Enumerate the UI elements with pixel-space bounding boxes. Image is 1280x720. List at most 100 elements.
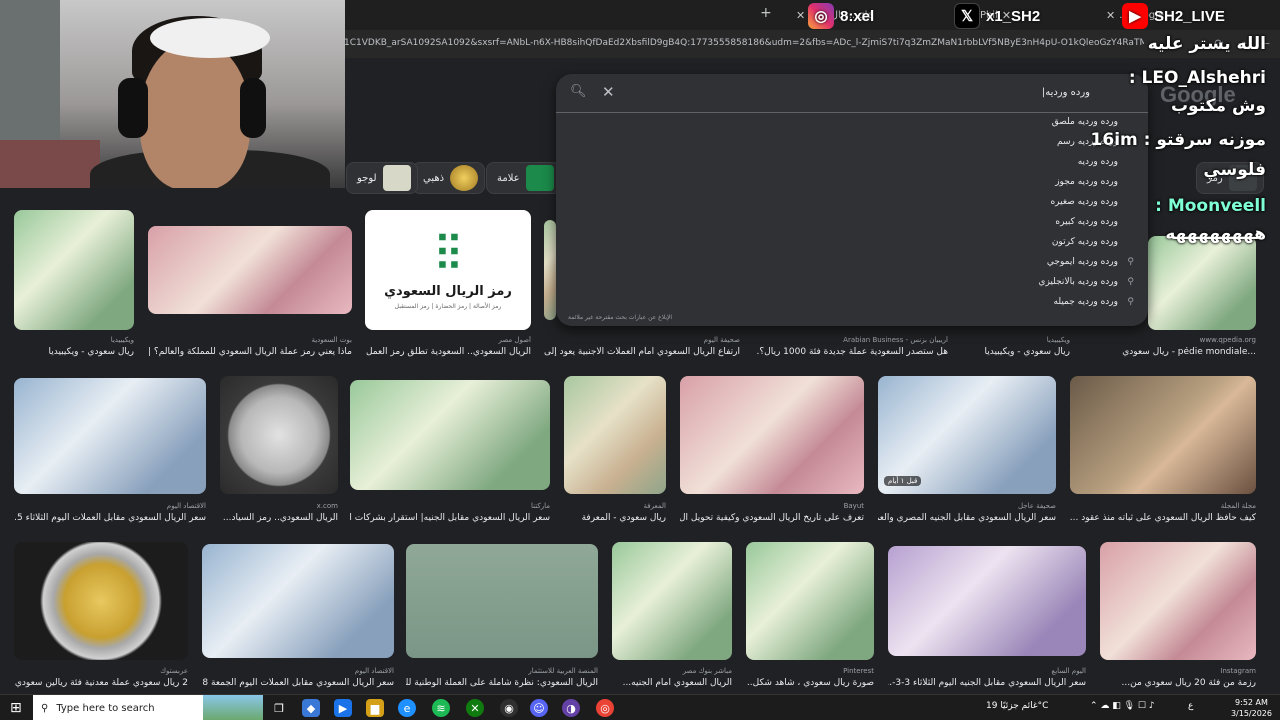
suggestion[interactable]: ورده ورديه مجوز (818, 177, 1118, 197)
app-icon[interactable]: ◑ (562, 699, 580, 717)
result-title[interactable]: هل ستصدر السعودية عملة جديدة فئة 1000 ري… (756, 347, 948, 359)
result-title[interactable]: ...pédie mondiale - ريال سعودي (1086, 347, 1256, 359)
result-title[interactable]: سعر الريال السعودي مقابل العملات اليوم ا… (14, 513, 206, 525)
result-source: مباشر بنوك مصر (682, 667, 732, 675)
suggestion[interactable]: ورده ورديه رسم (818, 137, 1118, 157)
result-image[interactable] (14, 542, 188, 660)
result-image[interactable] (350, 380, 550, 490)
result-image[interactable] (14, 378, 206, 494)
result-image[interactable] (564, 376, 666, 494)
result-source: صحيفة اليوم (703, 336, 740, 344)
file-explorer-icon[interactable]: ▆ (366, 699, 384, 717)
close-icon[interactable]: ✕ (1106, 9, 1115, 22)
suggestion[interactable]: ورده ورديه صغيره (818, 197, 1118, 217)
face (140, 40, 250, 188)
result-image[interactable] (1070, 376, 1256, 494)
search-highlight-image (203, 695, 263, 720)
taskbar-search[interactable]: ⚲ Type here to search (33, 695, 263, 720)
spotify-icon[interactable]: ≋ (432, 699, 450, 717)
windows-start-icon[interactable]: ⊞ (10, 700, 22, 716)
result-title[interactable]: ارتفاع الريال السعودي أمام العملات الأجن… (544, 347, 740, 359)
result-title[interactable]: سعر الريال السعودي مقابل العملات اليوم ا… (202, 678, 394, 690)
result-source: أريبيان بزنس - Arabian Business (843, 336, 948, 344)
result-image[interactable] (746, 542, 874, 660)
result-source: ويكيبيديا (110, 336, 134, 344)
headset-icon (240, 78, 266, 138)
xbox-icon[interactable]: ✕ (466, 699, 484, 717)
youtube-text: SH2_LIVE (1154, 7, 1225, 25)
task-view-icon[interactable]: ❐ (270, 699, 288, 717)
result-source: المنصة العربية للاستثمار (528, 667, 598, 675)
copilot-icon[interactable]: ◆ (302, 699, 320, 717)
x-logo-icon: 𝕏 (954, 3, 980, 29)
chat-message: وش مكتوب (1170, 96, 1266, 116)
report-suggestions-link[interactable]: الإبلاغ عن عبارات بحث مقترحة غير ملائمة (568, 314, 672, 321)
result-image[interactable] (544, 220, 556, 320)
result-image[interactable] (1100, 542, 1256, 660)
clock-time: 9:52 AM (1235, 698, 1268, 707)
result-title[interactable]: 2 ريال سعودي عملة معدنية فئة ريالين سعود… (14, 678, 188, 690)
suggestion[interactable]: ورده ورديه ايموجي (818, 257, 1118, 277)
result-source: المعرفة (643, 502, 666, 510)
result-image[interactable] (888, 546, 1086, 656)
clock[interactable]: 9:52 AM 3/15/2026 (1231, 697, 1272, 719)
result-title[interactable]: ريال سعودي - ويكيبيديا (14, 347, 135, 359)
result-title[interactable]: سعر الريال السعودي مقابل الجنيه المصري و… (878, 513, 1056, 525)
chip-logo[interactable]: لوجو (346, 162, 418, 194)
result-source: مجلة المجلة (1220, 502, 1256, 510)
result-title[interactable]: رزمة من فئة 20 ريال سعودي من... (1100, 678, 1256, 690)
url-field[interactable]: 1C1VDKB_arSA1092SA1092&sxsrf=ANbL-n6X-HB… (344, 38, 1144, 48)
result-title[interactable]: الريال السعودي أمام الجنيه... (612, 678, 732, 690)
result-title[interactable]: تعرف على تاريخ الريال السعودي وكيفية تحو… (680, 513, 864, 525)
edge-icon[interactable]: e (398, 699, 416, 717)
suggestion[interactable]: ورده ورديه بالانجليزي (818, 277, 1118, 297)
result-title[interactable]: ريال سعودي - ويكيبيديا (960, 347, 1071, 359)
search-icon: ⚲ (1127, 297, 1134, 307)
chrome-icon[interactable]: ◎ (596, 699, 614, 717)
chip-dhahabi[interactable]: ذهبي (412, 162, 486, 194)
result-title[interactable]: سعر الريال السعودي مقابل الجنيه| استقرار… (350, 513, 550, 525)
result-image[interactable]: ⫶⫶ رمز الريال السعودي رمز الأصالة | رمز … (365, 210, 531, 330)
obs-icon[interactable]: ◉ (500, 699, 518, 717)
close-icon[interactable]: ✕ (796, 9, 805, 22)
result-source: بوت السعودية (311, 336, 352, 344)
result-title[interactable]: الريال السعودي.. السعودية تطلق رمز العمل… (365, 347, 531, 359)
suggestion[interactable]: ورده ورديه (818, 157, 1118, 177)
result-source: www.qpedia.org (1199, 336, 1256, 344)
discord-icon[interactable]: ☺ (530, 699, 548, 717)
result-title[interactable]: الريال السعودي: نظرة شاملة على العملة ال… (406, 678, 598, 690)
result-title[interactable]: صورة ريال سعودي ، شاهد شكل... (746, 678, 874, 690)
instagram-icon: ◎ (808, 3, 834, 29)
logo-card-subtitle: رمز الأصالة | رمز الحضارة | رمز المستقبل (394, 303, 502, 310)
result-source: صحيفة عاجل (1017, 502, 1056, 510)
result-image[interactable] (14, 210, 134, 330)
tray-icons[interactable]: ⌃ ☁ ◧ 🎙︎ ☐ ♪ (1090, 701, 1155, 711)
result-title[interactable]: سعر الريال السعودي مقابل الجنيه اليوم ال… (888, 678, 1086, 690)
search-icon: ⚲ (1127, 277, 1134, 287)
result-image[interactable] (148, 226, 352, 314)
result-title[interactable]: ريال سعودي - المعرفة (564, 513, 666, 525)
search-icon[interactable]: 🔍︎ (570, 84, 587, 99)
chip-alama[interactable]: علامة (486, 162, 561, 194)
language-indicator[interactable]: ع (1188, 701, 1193, 711)
suggestion[interactable]: ورده ورديه جميله (818, 297, 1118, 317)
result-image[interactable] (406, 544, 598, 658)
weather-widget[interactable]: غائم جزئيًا 19°C (986, 701, 1048, 711)
chat-username: Moonveell : (1155, 196, 1266, 216)
result-title[interactable]: الريال السعودي.. رمز السياد... (220, 513, 338, 525)
result-title[interactable]: كيف حافظ الريال السعودي على ثباته منذ عق… (1070, 513, 1256, 525)
suggestion[interactable]: ورده ورديه ملصق (818, 117, 1118, 137)
new-tab-button[interactable]: + (760, 5, 772, 21)
suggestion[interactable]: ورده ورديه كبيره (818, 217, 1118, 237)
result-image[interactable] (202, 544, 394, 658)
play-store-icon[interactable]: ▶ (334, 699, 352, 717)
x-handle: 𝕏 x1_SH2 (954, 2, 1040, 30)
result-image[interactable] (680, 376, 864, 494)
result-image[interactable] (612, 542, 732, 660)
clear-icon[interactable]: ✕ (602, 83, 615, 101)
result-image[interactable]: قبل ١ أيام (878, 376, 1056, 494)
result-image[interactable] (220, 376, 338, 494)
result-title[interactable]: ماذا يعني رمز عملة الريال السعودي للمملك… (148, 347, 352, 359)
search-input[interactable]: ورده ورديه| (1042, 87, 1090, 98)
suggestion[interactable]: ورده ورديه كرتون (818, 237, 1118, 257)
